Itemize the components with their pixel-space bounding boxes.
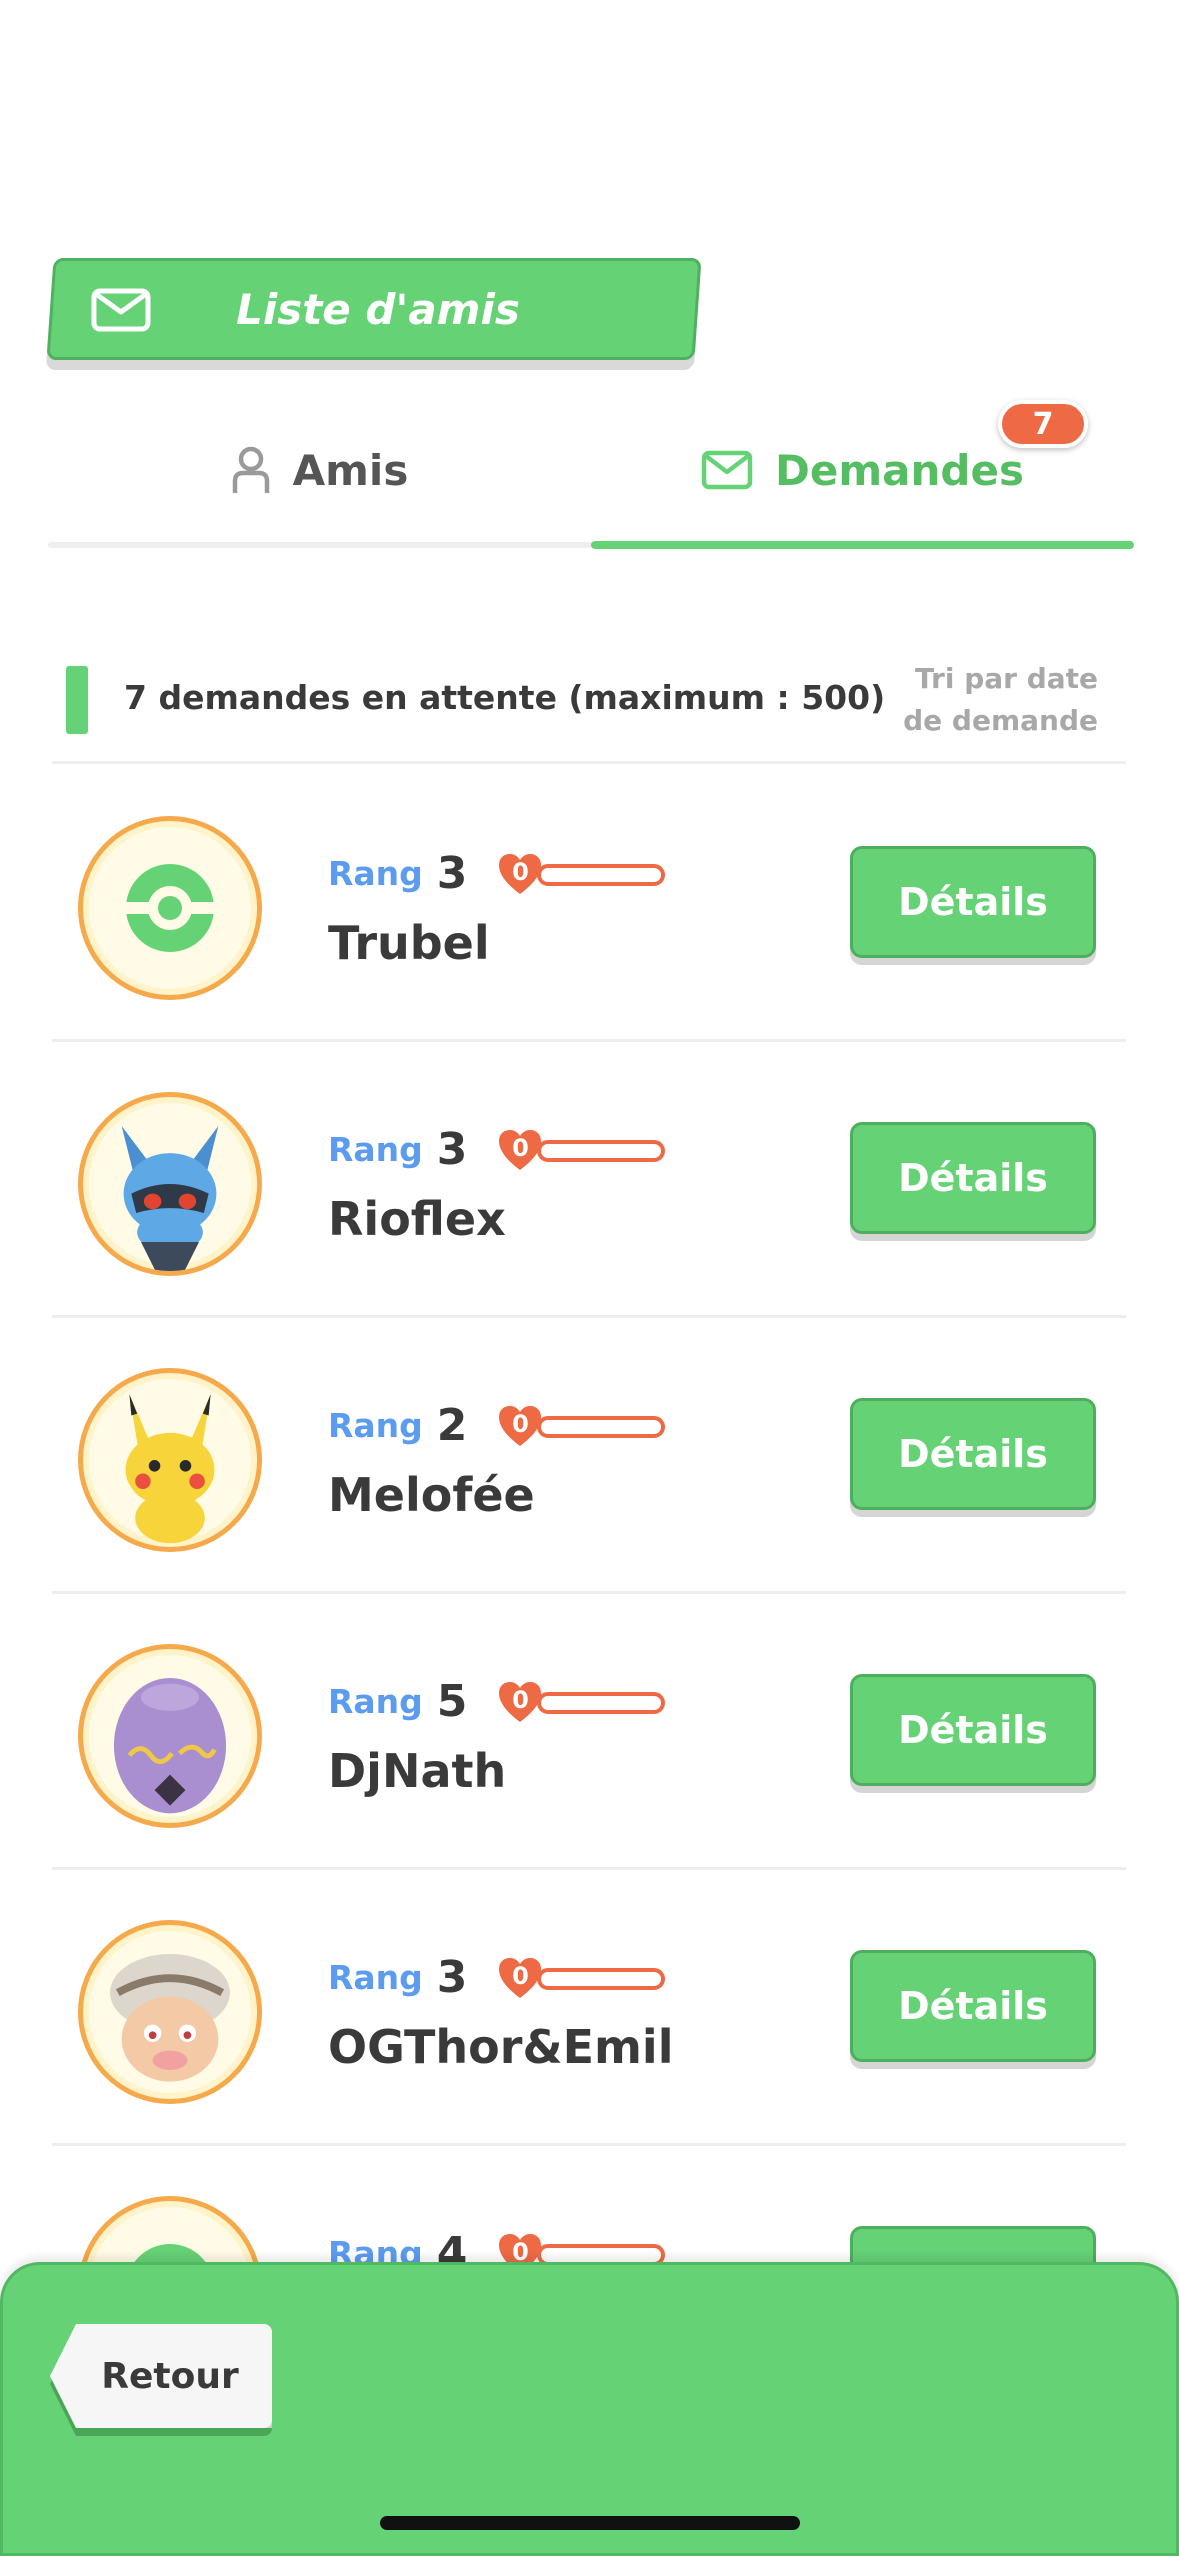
friendship-meter: 0: [497, 1678, 667, 1726]
request-row: Rang 3 0 OGThor&Emil Détails: [52, 1870, 1126, 2146]
rank-value: 2: [436, 1400, 468, 1451]
friend-name: OGThor&Emil: [328, 2020, 674, 2074]
riolu-avatar: [78, 1092, 262, 1276]
tab-amis-label: Amis: [292, 445, 409, 495]
rank-label: Rang: [328, 1958, 423, 1997]
sort-line-1: Tri par date: [915, 662, 1098, 695]
request-row: Rang 5 0 DjNath Détails: [52, 1594, 1126, 1870]
page-title: Liste d'amis: [236, 284, 520, 334]
sort-line-2: de demande: [903, 704, 1098, 737]
tab-active-indicator: [591, 541, 1134, 549]
requests-count-badge: 7: [998, 400, 1088, 448]
rank-value: 3: [436, 1952, 468, 2003]
details-button[interactable]: Détails: [850, 1122, 1096, 1234]
person-icon: [232, 446, 269, 493]
rank-label: Rang: [328, 1682, 423, 1721]
slowpoke-avatar: [78, 1920, 262, 2104]
mail-icon: [91, 287, 151, 331]
rank-value: 3: [436, 848, 468, 899]
request-row: Rang 3 0 Rioflex Détails: [52, 1042, 1126, 1318]
rank-label: Rang: [328, 1406, 423, 1445]
details-button[interactable]: Détails: [850, 1950, 1096, 2062]
pokeball-icon: [78, 816, 262, 1000]
title-banner: Liste d'amis: [46, 258, 702, 360]
details-button[interactable]: Détails: [850, 1398, 1096, 1510]
home-indicator[interactable]: [380, 2516, 800, 2530]
pikachu-avatar: [78, 1368, 262, 1552]
rank-label: Rang: [328, 1130, 423, 1169]
friend-name: Trubel: [328, 916, 490, 970]
tab-demandes-label: Demandes: [775, 445, 1024, 495]
friendship-level: 0: [512, 1133, 529, 1162]
friendship-meter: 0: [497, 1402, 667, 1450]
sort-button[interactable]: Tri par date de demande: [903, 658, 1098, 742]
friend-name: Melofée: [328, 1468, 535, 1522]
rank-value: 3: [436, 1124, 468, 1175]
friendship-level: 0: [512, 857, 529, 886]
friendship-level: 0: [512, 1409, 529, 1438]
details-button[interactable]: Détails: [850, 846, 1096, 958]
request-row: Rang 2 0 Melofée Détails: [52, 1318, 1126, 1594]
tab-bar: Amis Demandes: [48, 400, 1134, 552]
swalot-avatar: [78, 1644, 262, 1828]
friendship-meter: 0: [497, 1126, 667, 1174]
friendship-meter: 0: [497, 1954, 667, 2002]
info-accent-bar: [66, 666, 88, 734]
request-row: Rang 3 0 Trubel Détails: [52, 766, 1126, 1042]
friend-name: Rioflex: [328, 1192, 506, 1246]
friend-name: DjNath: [328, 1744, 507, 1798]
friendship-level: 0: [512, 1685, 529, 1714]
back-button[interactable]: Retour: [50, 2324, 272, 2428]
friendship-meter: 0: [497, 850, 667, 898]
pending-requests-text: 7 demandes en attente (maximum : 500): [124, 678, 886, 717]
rank-value: 5: [436, 1676, 468, 1727]
mail-icon: [701, 450, 753, 490]
requests-info-row: 7 demandes en attente (maximum : 500) Tr…: [52, 640, 1126, 764]
rank-label: Rang: [328, 854, 423, 893]
details-button[interactable]: Détails: [850, 1674, 1096, 1786]
tab-amis[interactable]: Amis: [48, 400, 591, 540]
friendship-level: 0: [512, 1961, 529, 1990]
